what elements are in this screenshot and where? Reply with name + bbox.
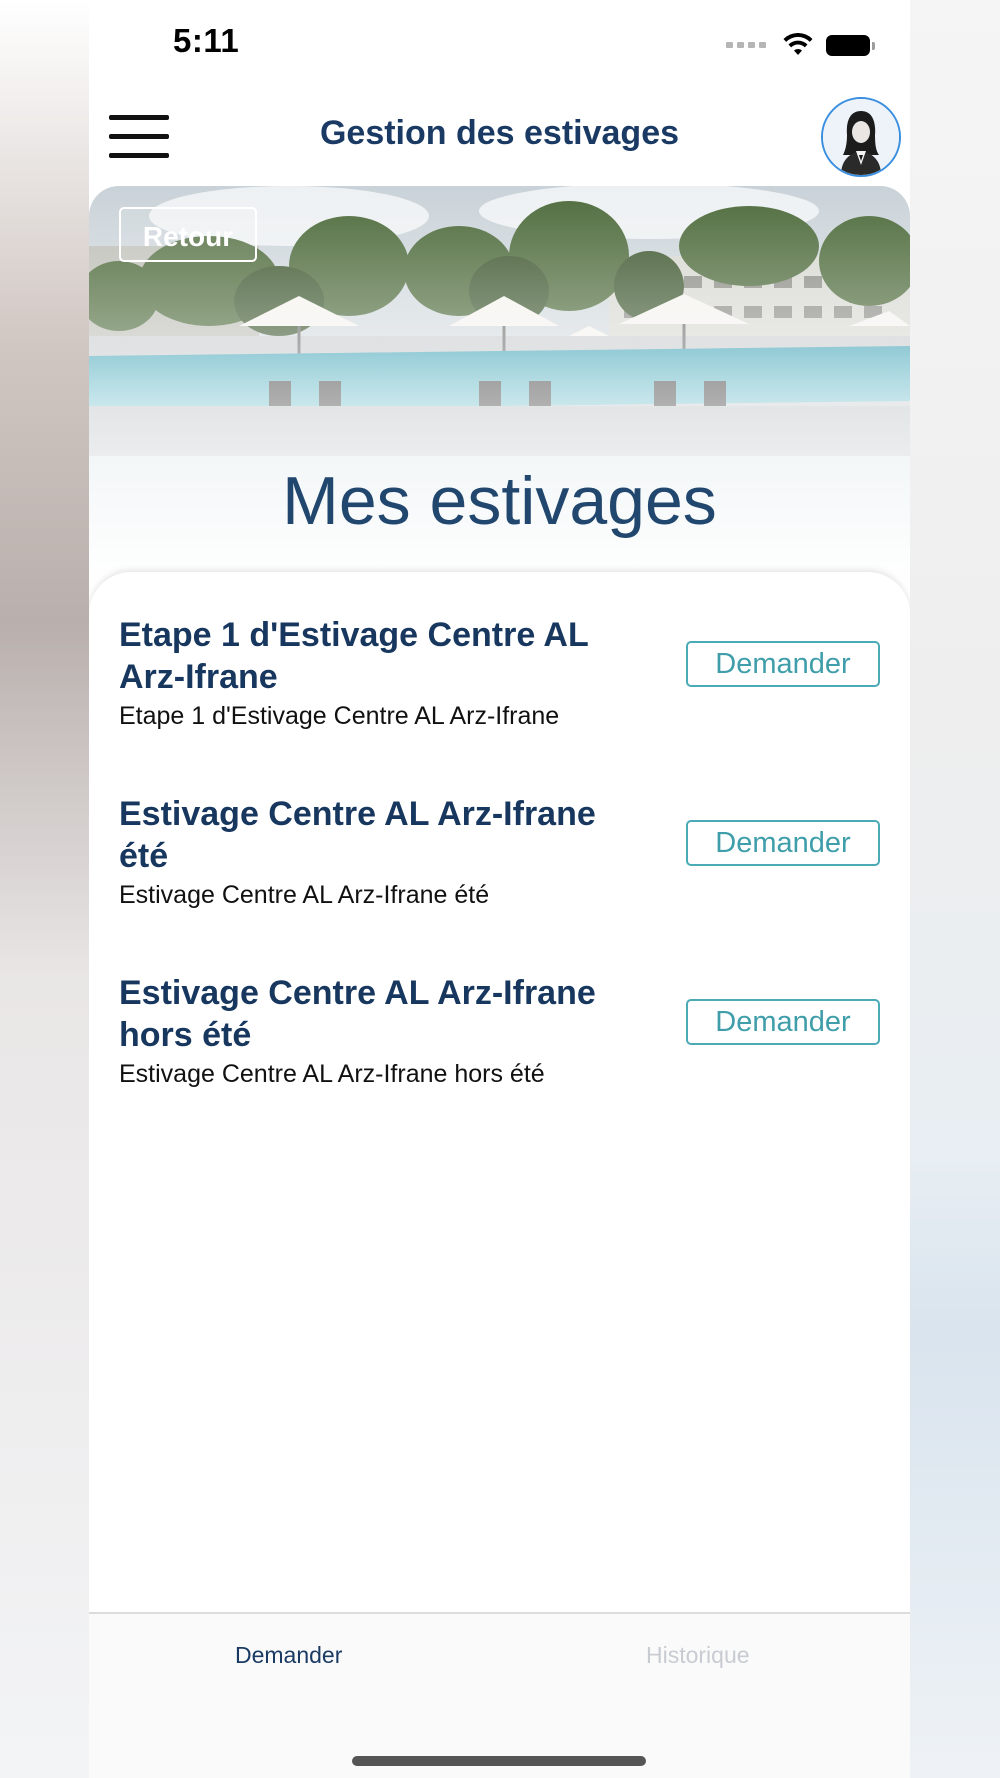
list-item: Estivage Centre AL Arz-Ifrane hors été E… <box>119 972 880 1089</box>
list-item: Estivage Centre AL Arz-Ifrane été Estiva… <box>119 793 880 910</box>
item-title: Estivage Centre AL Arz-Ifrane hors été <box>119 974 596 1054</box>
estivages-list: Etape 1 d'Estivage Centre AL Arz-Ifrane … <box>89 572 910 1612</box>
app-screen: 5:11 Gestion des estivages Retour Mes es… <box>89 0 910 1778</box>
tab-demander[interactable]: Demander <box>235 1642 342 1669</box>
cellular-signal-icon <box>726 42 766 48</box>
item-title: Estivage Centre AL Arz-Ifrane été <box>119 795 596 875</box>
status-time: 5:11 <box>173 22 240 59</box>
item-subtitle: Estivage Centre AL Arz-Ifrane été <box>119 881 490 909</box>
status-icons <box>726 30 875 60</box>
request-button[interactable]: Demander <box>686 999 880 1045</box>
tab-historique[interactable]: Historique <box>646 1642 750 1669</box>
item-subtitle: Etape 1 d'Estivage Centre AL Arz-Ifrane <box>119 702 560 730</box>
request-button[interactable]: Demander <box>686 820 880 866</box>
wifi-icon <box>783 33 813 55</box>
background-right-blur <box>910 0 1000 1778</box>
tab-bar: Demander Historique <box>89 1612 910 1778</box>
user-avatar-icon[interactable] <box>821 97 901 177</box>
request-button[interactable]: Demander <box>686 641 880 687</box>
background-left-blur <box>0 0 89 1778</box>
home-indicator[interactable] <box>352 1756 646 1766</box>
back-button[interactable]: Retour <box>119 207 257 262</box>
item-subtitle: Estivage Centre AL Arz-Ifrane hors été <box>119 1060 545 1088</box>
list-item: Etape 1 d'Estivage Centre AL Arz-Ifrane … <box>119 614 880 731</box>
battery-icon <box>826 34 875 56</box>
page-title: Gestion des estivages <box>319 114 680 152</box>
item-title: Etape 1 d'Estivage Centre AL Arz-Ifrane <box>119 616 589 696</box>
section-title: Mes estivages <box>282 463 717 539</box>
